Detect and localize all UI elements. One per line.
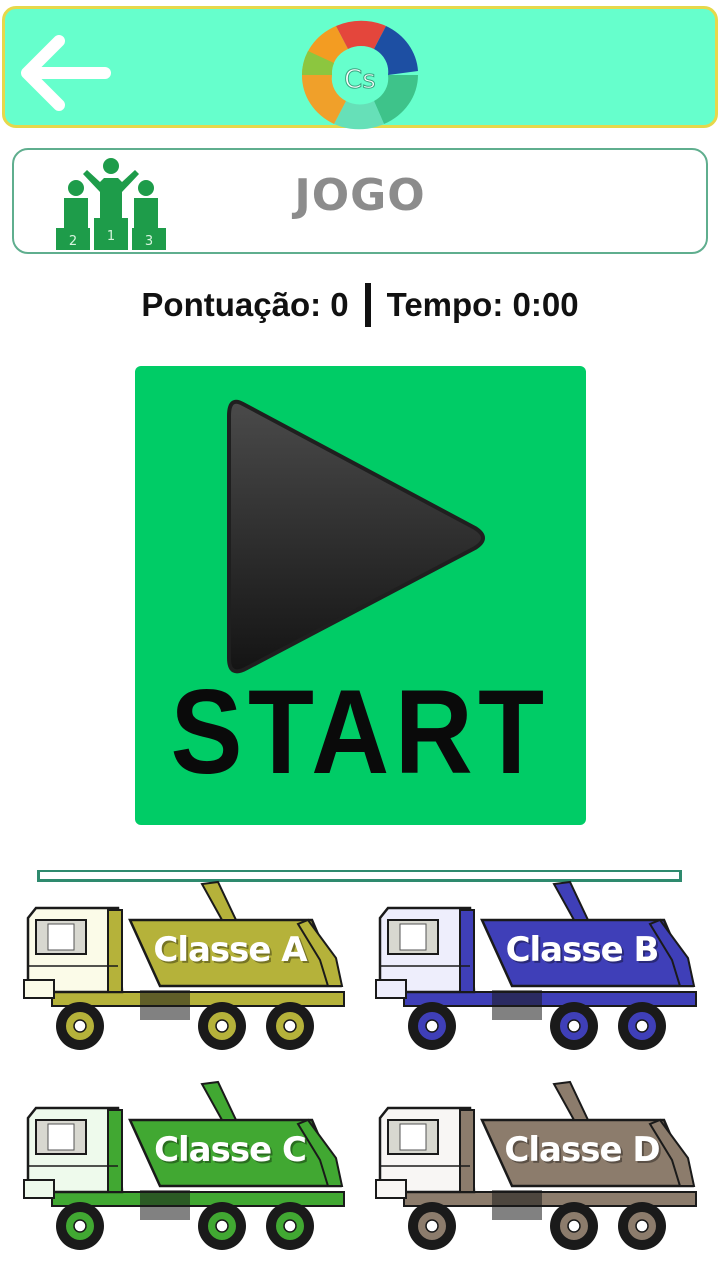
back-button[interactable] — [19, 35, 115, 111]
status-divider — [364, 283, 371, 327]
class-d-button[interactable]: Classe D — [374, 1080, 704, 1260]
page-title: JOGO — [294, 170, 426, 221]
podium-number-2: 2 — [69, 234, 77, 249]
status-bar: Pontuação: 0 Tempo: 0:00 — [0, 280, 720, 330]
start-label: START — [170, 665, 550, 799]
score-label: Pontuação: 0 — [141, 286, 349, 323]
truck-icon — [23, 880, 345, 1050]
truck-icon — [375, 1080, 697, 1250]
class-b-button[interactable]: Classe B — [374, 880, 704, 1060]
time-label: Tempo: 0:00 — [386, 286, 579, 323]
app-header: Cs — [2, 6, 718, 131]
class-c-button[interactable]: Classe C — [22, 1080, 352, 1260]
class-label: Classe A — [153, 930, 307, 970]
class-label: Classe B — [505, 930, 660, 970]
truck-icon — [375, 880, 697, 1050]
game-title-panel: 2 1 3 JOGO — [12, 148, 708, 254]
arrow-left-icon — [21, 35, 111, 111]
truck-icon — [23, 1080, 345, 1250]
class-label: Classe C — [154, 1130, 307, 1170]
class-label: Classe D — [504, 1130, 660, 1170]
podium-number-1: 1 — [107, 229, 115, 244]
podium-number-3: 3 — [145, 234, 153, 249]
class-a-button[interactable]: Classe A — [22, 880, 352, 1060]
logo-text: Cs — [344, 65, 376, 95]
app-logo: Cs — [293, 19, 427, 131]
